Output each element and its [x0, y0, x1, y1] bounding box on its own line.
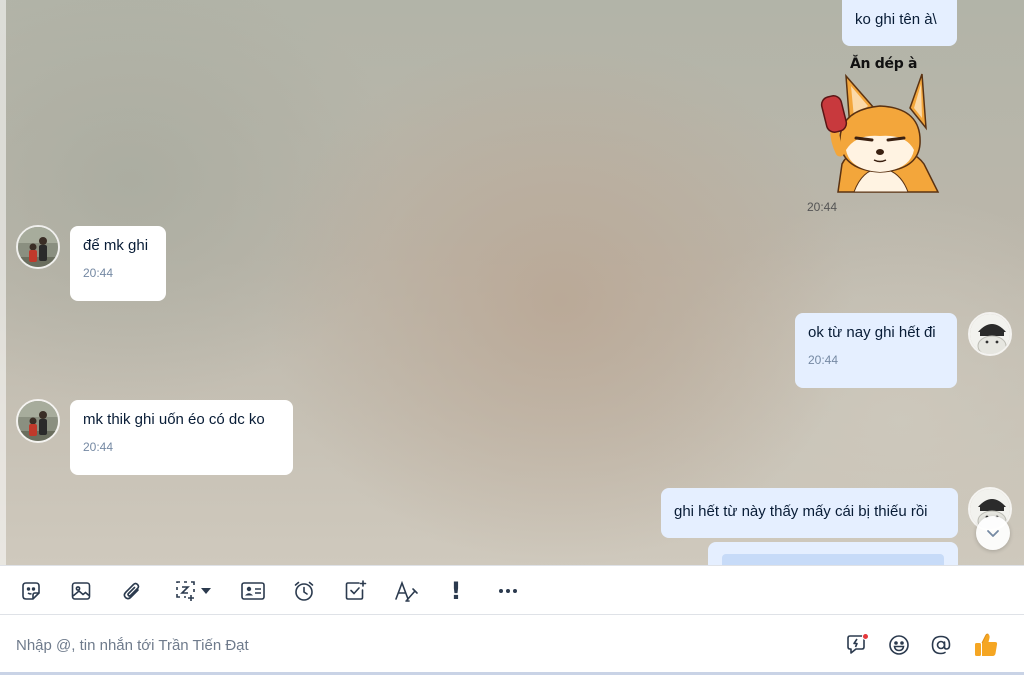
thumbs-up-icon	[975, 633, 998, 656]
sticker-button[interactable]	[16, 576, 46, 606]
message-text: ko ghi tên à\	[855, 11, 937, 28]
message-input[interactable]	[16, 633, 796, 657]
urgent-button[interactable]: !	[444, 576, 468, 606]
message-text: ok từ nay ghi hết đi	[808, 324, 936, 341]
contact-avatar[interactable]	[16, 399, 60, 443]
image-button[interactable]	[66, 576, 96, 606]
my-avatar-image	[970, 314, 1010, 354]
send-like-button[interactable]	[971, 630, 1001, 660]
message-bubble-outgoing[interactable]: ghi hết từ này thấy mấy cái bị thiếu rồi	[661, 488, 958, 538]
message-bubble-incoming[interactable]: mk thik ghi uốn éo có dc ko 20:44	[70, 400, 293, 475]
more-icon	[499, 589, 517, 593]
attachment-icon	[123, 582, 140, 600]
composer	[0, 615, 1024, 675]
screenshot-icon	[176, 581, 195, 601]
caret-down-icon	[201, 588, 211, 594]
contact-card-icon	[241, 582, 265, 600]
quick-reply-icon	[847, 633, 869, 654]
quoted-block	[722, 554, 944, 565]
scroll-to-bottom-button[interactable]	[976, 516, 1010, 550]
contact-card-button[interactable]	[238, 576, 268, 606]
quick-reply-button[interactable]	[842, 630, 872, 660]
message-text: ghi hết từ này thấy mấy cái bị thiếu rồi	[674, 503, 928, 520]
contact-avatar-photo	[18, 401, 58, 441]
message-time: 20:44	[83, 266, 114, 280]
message-bubble-outgoing[interactable]: ko ghi tên à\	[842, 0, 957, 46]
attach-file-button[interactable]	[117, 576, 147, 606]
message-time: 20:44	[83, 440, 114, 454]
task-button[interactable]	[340, 576, 370, 606]
sticker-message[interactable]: Ăn dép à	[816, 52, 944, 194]
my-avatar[interactable]	[968, 312, 1012, 356]
message-time: 20:44	[807, 200, 838, 214]
reminder-icon	[294, 581, 314, 601]
reminder-button[interactable]	[289, 576, 319, 606]
emoji-icon	[889, 635, 909, 655]
message-bubble-outgoing[interactable]: ok từ nay ghi hết đi 20:44	[795, 313, 957, 388]
mention-button[interactable]	[926, 630, 956, 660]
text-format-button[interactable]	[391, 576, 421, 606]
message-bubble-incoming[interactable]: để mk ghi 20:44	[70, 226, 166, 301]
urgent-icon: !	[450, 577, 462, 605]
message-text: để mk ghi	[83, 237, 149, 254]
emoji-button[interactable]	[884, 630, 914, 660]
screenshot-button[interactable]	[168, 576, 216, 606]
message-bubble-outgoing-partial[interactable]	[708, 542, 958, 565]
message-text: mk thik ghi uốn éo có dc ko	[83, 411, 265, 428]
fox-sticker-image	[820, 73, 940, 193]
more-options-button[interactable]	[493, 576, 523, 606]
task-icon	[345, 580, 367, 600]
contact-avatar-photo	[18, 227, 58, 267]
contact-avatar[interactable]	[16, 225, 60, 269]
message-list[interactable]: ko ghi tên à\ Ăn dép à 20:44 để mk ghi 2…	[0, 0, 1024, 565]
text-format-icon	[395, 580, 418, 602]
composer-toolbar: !	[0, 565, 1024, 615]
message-time: 20:44	[808, 353, 839, 367]
chevron-down-icon	[987, 530, 999, 537]
mention-icon	[931, 635, 951, 655]
image-icon	[71, 582, 91, 600]
sticker-icon	[22, 582, 40, 600]
